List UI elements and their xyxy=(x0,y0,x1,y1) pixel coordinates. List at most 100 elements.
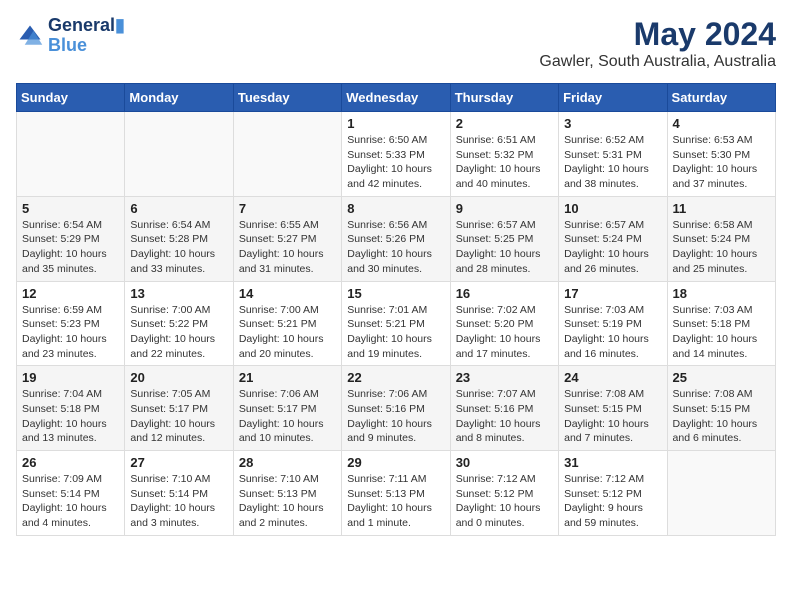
calendar-cell xyxy=(17,112,125,197)
day-info: Sunrise: 6:54 AM Sunset: 5:28 PM Dayligh… xyxy=(130,218,227,277)
calendar-cell: 18 Sunrise: 7:03 AM Sunset: 5:18 PM Dayli… xyxy=(667,281,775,366)
calendar-cell: 11 Sunrise: 6:58 AM Sunset: 5:24 PM Dayli… xyxy=(667,196,775,281)
day-info: Sunrise: 7:11 AM Sunset: 5:13 PM Dayligh… xyxy=(347,472,444,531)
day-number: 18 xyxy=(673,286,770,301)
calendar-cell: 9 Sunrise: 6:57 AM Sunset: 5:25 PM Daylig… xyxy=(450,196,558,281)
day-info: Sunrise: 7:03 AM Sunset: 5:18 PM Dayligh… xyxy=(673,303,770,362)
day-number: 24 xyxy=(564,370,661,385)
day-info: Sunrise: 7:01 AM Sunset: 5:21 PM Dayligh… xyxy=(347,303,444,362)
calendar-cell: 16 Sunrise: 7:02 AM Sunset: 5:20 PM Dayli… xyxy=(450,281,558,366)
day-number: 22 xyxy=(347,370,444,385)
day-number: 17 xyxy=(564,286,661,301)
day-info: Sunrise: 7:08 AM Sunset: 5:15 PM Dayligh… xyxy=(673,387,770,446)
calendar-table: SundayMondayTuesdayWednesdayThursdayFrid… xyxy=(16,83,776,536)
day-number: 9 xyxy=(456,201,553,216)
day-number: 7 xyxy=(239,201,336,216)
day-number: 2 xyxy=(456,116,553,131)
calendar-cell: 23 Sunrise: 7:07 AM Sunset: 5:16 PM Dayli… xyxy=(450,366,558,451)
calendar-cell: 29 Sunrise: 7:11 AM Sunset: 5:13 PM Dayli… xyxy=(342,451,450,536)
day-number: 26 xyxy=(22,455,119,470)
day-number: 31 xyxy=(564,455,661,470)
week-row-3: 12 Sunrise: 6:59 AM Sunset: 5:23 PM Dayli… xyxy=(17,281,776,366)
title-block: May 2024 Gawler, South Australia, Austra… xyxy=(539,16,776,71)
day-info: Sunrise: 7:12 AM Sunset: 5:12 PM Dayligh… xyxy=(456,472,553,531)
calendar-cell: 28Sunrise: 7:10 AM Sunset: 5:13 PM Dayli… xyxy=(233,451,341,536)
header-sunday: Sunday xyxy=(17,84,125,112)
calendar-cell xyxy=(125,112,233,197)
day-info: Sunrise: 6:59 AM Sunset: 5:23 PM Dayligh… xyxy=(22,303,119,362)
day-number: 29 xyxy=(347,455,444,470)
header-friday: Friday xyxy=(559,84,667,112)
main-title: May 2024 xyxy=(539,16,776,53)
day-number: 28 xyxy=(239,455,336,470)
calendar-cell: 4 Sunrise: 6:53 AM Sunset: 5:30 PM Daylig… xyxy=(667,112,775,197)
calendar-cell: 21 Sunrise: 7:06 AM Sunset: 5:17 PM Dayli… xyxy=(233,366,341,451)
day-number: 15 xyxy=(347,286,444,301)
day-number: 16 xyxy=(456,286,553,301)
day-number: 10 xyxy=(564,201,661,216)
page-header: General▮ Blue May 2024 Gawler, South Aus… xyxy=(16,16,776,71)
calendar-cell: 19Sunrise: 7:04 AM Sunset: 5:18 PM Dayli… xyxy=(17,366,125,451)
day-info: Sunrise: 6:58 AM Sunset: 5:24 PM Dayligh… xyxy=(673,218,770,277)
day-number: 19 xyxy=(22,370,119,385)
calendar-cell: 15 Sunrise: 7:01 AM Sunset: 5:21 PM Dayli… xyxy=(342,281,450,366)
header-saturday: Saturday xyxy=(667,84,775,112)
header-thursday: Thursday xyxy=(450,84,558,112)
day-info: Sunrise: 7:00 AM Sunset: 5:21 PM Dayligh… xyxy=(239,303,336,362)
day-info: Sunrise: 7:08 AM Sunset: 5:15 PM Dayligh… xyxy=(564,387,661,446)
day-number: 4 xyxy=(673,116,770,131)
calendar-cell: 7 Sunrise: 6:55 AM Sunset: 5:27 PM Daylig… xyxy=(233,196,341,281)
calendar-header: SundayMondayTuesdayWednesdayThursdayFrid… xyxy=(17,84,776,112)
day-info: Sunrise: 6:56 AM Sunset: 5:26 PM Dayligh… xyxy=(347,218,444,277)
day-info: Sunrise: 7:06 AM Sunset: 5:17 PM Dayligh… xyxy=(239,387,336,446)
header-tuesday: Tuesday xyxy=(233,84,341,112)
day-info: Sunrise: 7:05 AM Sunset: 5:17 PM Dayligh… xyxy=(130,387,227,446)
calendar-cell: 12 Sunrise: 6:59 AM Sunset: 5:23 PM Dayli… xyxy=(17,281,125,366)
day-info: Sunrise: 7:12 AM Sunset: 5:12 PM Dayligh… xyxy=(564,472,661,531)
day-info: Sunrise: 6:54 AM Sunset: 5:29 PM Dayligh… xyxy=(22,218,119,277)
day-number: 23 xyxy=(456,370,553,385)
week-row-2: 5 Sunrise: 6:54 AM Sunset: 5:29 PM Daylig… xyxy=(17,196,776,281)
day-number: 1 xyxy=(347,116,444,131)
calendar-cell: 6 Sunrise: 6:54 AM Sunset: 5:28 PM Daylig… xyxy=(125,196,233,281)
day-number: 21 xyxy=(239,370,336,385)
day-number: 6 xyxy=(130,201,227,216)
day-info: Sunrise: 6:57 AM Sunset: 5:25 PM Dayligh… xyxy=(456,218,553,277)
day-number: 13 xyxy=(130,286,227,301)
logo: General▮ Blue xyxy=(16,16,125,56)
day-info: Sunrise: 7:10 AM Sunset: 5:14 PM Dayligh… xyxy=(130,472,227,531)
day-info: Sunrise: 6:53 AM Sunset: 5:30 PM Dayligh… xyxy=(673,133,770,192)
day-info: Sunrise: 7:07 AM Sunset: 5:16 PM Dayligh… xyxy=(456,387,553,446)
header-row: SundayMondayTuesdayWednesdayThursdayFrid… xyxy=(17,84,776,112)
day-info: Sunrise: 7:02 AM Sunset: 5:20 PM Dayligh… xyxy=(456,303,553,362)
calendar-cell: 31 Sunrise: 7:12 AM Sunset: 5:12 PM Dayli… xyxy=(559,451,667,536)
day-number: 30 xyxy=(456,455,553,470)
day-number: 5 xyxy=(22,201,119,216)
calendar-cell: 3Sunrise: 6:52 AM Sunset: 5:31 PM Daylig… xyxy=(559,112,667,197)
week-row-5: 26 Sunrise: 7:09 AM Sunset: 5:14 PM Dayli… xyxy=(17,451,776,536)
logo-icon xyxy=(16,22,44,50)
calendar-cell: 30 Sunrise: 7:12 AM Sunset: 5:12 PM Dayli… xyxy=(450,451,558,536)
day-info: Sunrise: 7:00 AM Sunset: 5:22 PM Dayligh… xyxy=(130,303,227,362)
calendar-cell xyxy=(233,112,341,197)
calendar-cell: 17 Sunrise: 7:03 AM Sunset: 5:19 PM Dayli… xyxy=(559,281,667,366)
day-info: Sunrise: 6:51 AM Sunset: 5:32 PM Dayligh… xyxy=(456,133,553,192)
day-number: 20 xyxy=(130,370,227,385)
header-monday: Monday xyxy=(125,84,233,112)
calendar-cell: 24 Sunrise: 7:08 AM Sunset: 5:15 PM Dayli… xyxy=(559,366,667,451)
day-number: 11 xyxy=(673,201,770,216)
calendar-cell: 25 Sunrise: 7:08 AM Sunset: 5:15 PM Dayli… xyxy=(667,366,775,451)
subtitle: Gawler, South Australia, Australia xyxy=(539,53,776,71)
header-wednesday: Wednesday xyxy=(342,84,450,112)
day-info: Sunrise: 7:03 AM Sunset: 5:19 PM Dayligh… xyxy=(564,303,661,362)
day-number: 27 xyxy=(130,455,227,470)
day-number: 3 xyxy=(564,116,661,131)
day-info: Sunrise: 6:55 AM Sunset: 5:27 PM Dayligh… xyxy=(239,218,336,277)
calendar-cell: 22Sunrise: 7:06 AM Sunset: 5:16 PM Dayli… xyxy=(342,366,450,451)
calendar-cell: 13 Sunrise: 7:00 AM Sunset: 5:22 PM Dayli… xyxy=(125,281,233,366)
calendar-cell xyxy=(667,451,775,536)
calendar-cell: 2 Sunrise: 6:51 AM Sunset: 5:32 PM Daylig… xyxy=(450,112,558,197)
day-number: 25 xyxy=(673,370,770,385)
day-info: Sunrise: 7:09 AM Sunset: 5:14 PM Dayligh… xyxy=(22,472,119,531)
day-number: 12 xyxy=(22,286,119,301)
